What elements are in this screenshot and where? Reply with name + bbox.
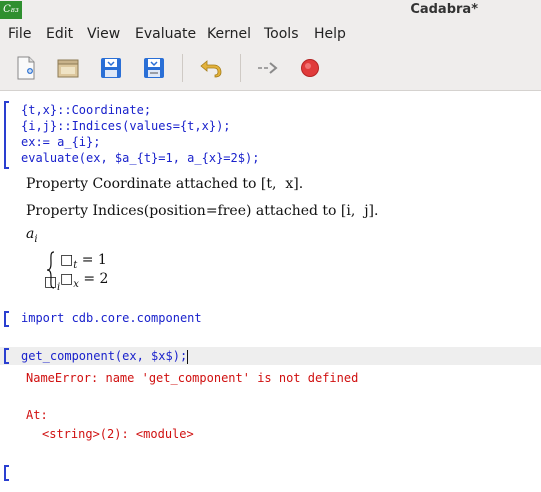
run-button[interactable] [254, 54, 282, 82]
stop-icon [301, 59, 319, 77]
title-bar: C₈₃ Cadabra* [0, 0, 541, 20]
cell-bracket-empty[interactable] [4, 465, 9, 481]
output-coordinate-property: Property Coordinate attached to [t, x]. [26, 176, 304, 192]
code-line: {t,x}::Coordinate; [21, 103, 152, 117]
open-folder-icon [57, 59, 79, 78]
code-cell-active[interactable]: get_component(ex, $x$); [21, 348, 189, 364]
save-button[interactable] [97, 54, 125, 82]
new-document-icon [17, 56, 35, 80]
window-title: Cadabra* [410, 2, 478, 17]
menu-edit[interactable]: Edit [46, 26, 73, 42]
undo-icon [200, 60, 222, 78]
expression-subscript: i [34, 233, 38, 245]
menu-file[interactable]: File [8, 26, 31, 42]
error-message: NameError: name 'get_component' is not d… [26, 371, 359, 385]
new-document-button[interactable] [12, 54, 40, 82]
menu-help[interactable]: Help [314, 26, 346, 42]
cell-bracket[interactable] [4, 348, 9, 364]
row-box: □ [60, 271, 74, 287]
row-value: = 1 [81, 252, 107, 268]
code-line: evaluate(ex, $a_{t}=1, a_{x}=2$); [21, 151, 260, 165]
cell-bracket[interactable] [4, 101, 9, 169]
undo-button[interactable] [196, 54, 224, 82]
menu-tools[interactable]: Tools [264, 26, 299, 42]
code-cell[interactable]: {t,x}::Coordinate;{i,j}::Indices(values=… [21, 102, 259, 166]
menu-view[interactable]: View [87, 26, 120, 42]
toolbar [0, 46, 541, 91]
error-at-label: At: [26, 408, 48, 422]
run-icon [258, 62, 278, 74]
menu-bar: File Edit View Evaluate Kernel Tools Hel… [0, 20, 541, 46]
cadabra-app-icon: C₈₃ [0, 1, 22, 19]
save-as-icon [144, 58, 164, 78]
stop-button[interactable] [296, 54, 324, 82]
output-expression: ai [26, 226, 38, 245]
menu-kernel[interactable]: Kernel [207, 26, 251, 42]
save-icon [101, 58, 121, 78]
code-text: get_component(ex, $x$); [21, 349, 188, 363]
code-line: ex:= a_{i}; [21, 135, 101, 149]
error-traceback: <string>(2): <module> [42, 427, 194, 441]
left-brace-icon [46, 251, 55, 289]
toolbar-separator [182, 54, 183, 82]
row-box: □ [60, 252, 74, 268]
code-line: {i,j}::Indices(values={t,x}); [21, 119, 231, 133]
row-subscript: x [73, 278, 79, 290]
component-row-x: □x = 2 [60, 271, 108, 290]
row-value: = 2 [83, 271, 109, 287]
menu-evaluate[interactable]: Evaluate [135, 26, 196, 42]
cell-bracket[interactable] [4, 311, 9, 327]
open-button[interactable] [54, 54, 82, 82]
row-subscript: t [73, 259, 78, 271]
notebook-document[interactable]: {t,x}::Coordinate;{i,j}::Indices(values=… [0, 91, 541, 492]
code-cell[interactable]: import cdb.core.component [21, 310, 202, 326]
text-cursor [187, 349, 189, 364]
save-as-button[interactable] [140, 54, 168, 82]
component-row-t: □t = 1 [60, 252, 107, 271]
toolbar-separator [240, 54, 241, 82]
output-indices-property: Property Indices(position=free) attached… [26, 203, 379, 219]
